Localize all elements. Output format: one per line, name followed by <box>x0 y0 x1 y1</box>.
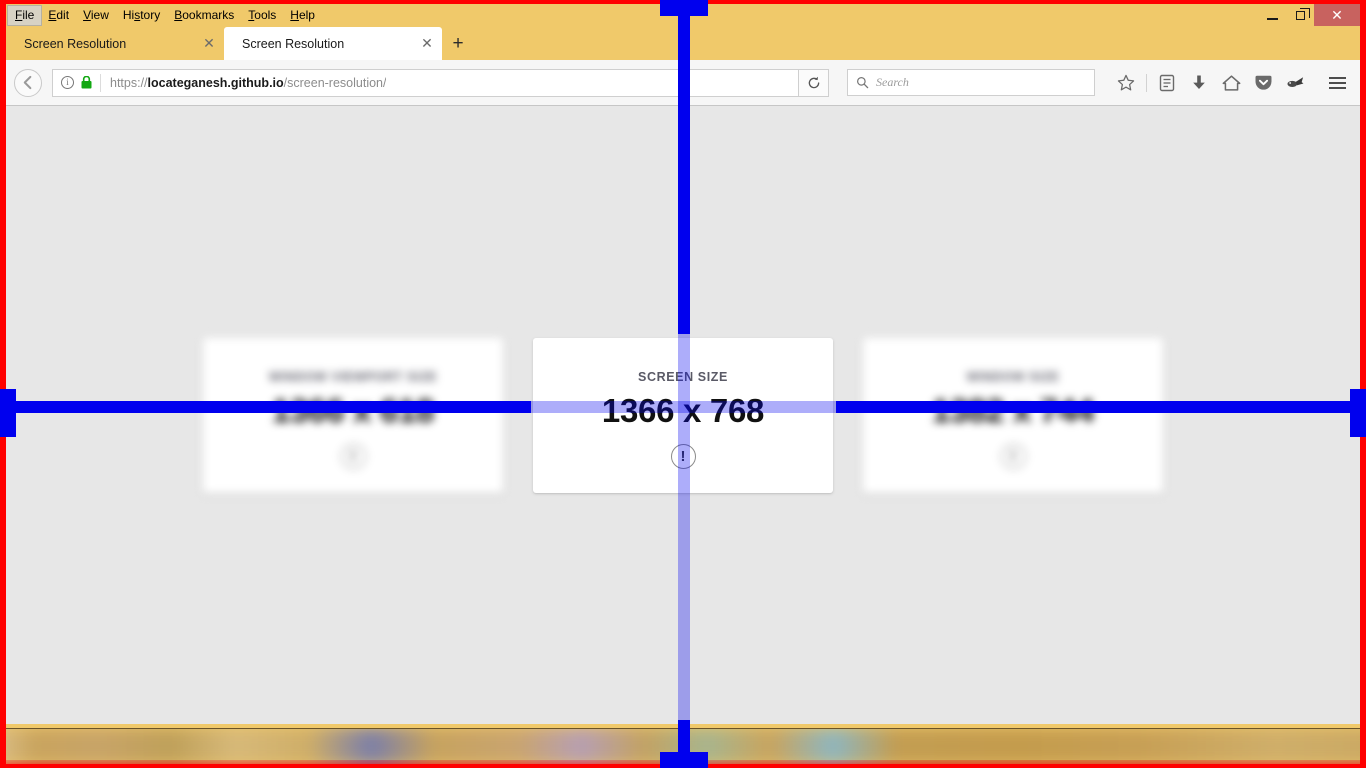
lock-icon[interactable] <box>81 76 92 89</box>
web-page-content: WINDOW VIEWPORT SIZE 1366 x 618 ! SCREEN… <box>6 106 1360 724</box>
search-placeholder: Search <box>876 75 909 89</box>
star-icon[interactable] <box>1111 68 1141 98</box>
window-controls: ✕ <box>1258 4 1360 26</box>
tab-title: Screen Resolution <box>242 36 345 51</box>
search-icon <box>857 77 869 89</box>
library-icon[interactable] <box>1152 68 1182 98</box>
info-icon[interactable]: i <box>61 76 74 89</box>
card-value: 1366 x 768 <box>601 391 765 429</box>
card-label: SCREEN SIZE <box>638 369 728 384</box>
home-icon[interactable] <box>1216 68 1246 98</box>
exclamation-circle-icon[interactable]: ! <box>670 443 696 469</box>
info-circle-icon[interactable]: ! <box>1000 443 1026 469</box>
extension-icon[interactable] <box>1280 68 1310 98</box>
tab-screen-resolution-1[interactable]: Screen Resolution ✕ <box>6 27 224 60</box>
url-protocol: https:// <box>110 75 148 90</box>
url-bar[interactable]: i https://locateganesh.github.io/screen-… <box>52 68 799 97</box>
menu-bar: File Edit View History Bookmarks Tools H… <box>6 4 1360 26</box>
tab-strip: Screen Resolution ✕ Screen Resolution ✕ … <box>6 26 1360 60</box>
toolbar-separator <box>1146 73 1147 92</box>
taskbar-top-edge <box>6 728 1360 729</box>
close-button[interactable]: ✕ <box>1314 4 1360 26</box>
menu-line <box>1328 81 1346 84</box>
screen-root: File Edit View History Bookmarks Tools H… <box>0 0 1366 768</box>
taskbar-icons-blurred <box>6 728 1360 764</box>
minimize-button[interactable] <box>1258 4 1286 26</box>
menu-tools[interactable]: Tools <box>241 6 283 25</box>
info-circle-icon[interactable]: ! <box>340 443 366 469</box>
hamburger-menu-button[interactable] <box>1322 68 1352 98</box>
menu-history[interactable]: History <box>116 6 167 25</box>
menu-line <box>1328 76 1346 79</box>
new-tab-button[interactable]: + <box>442 27 474 60</box>
menu-help[interactable]: Help <box>283 6 322 25</box>
identity-box[interactable]: i <box>53 73 101 92</box>
tab-close-icon[interactable]: ✕ <box>418 35 436 53</box>
back-arrow-icon <box>23 75 31 90</box>
tab-close-icon[interactable]: ✕ <box>200 35 218 53</box>
download-icon[interactable] <box>1184 68 1214 98</box>
menu-view[interactable]: View <box>76 6 116 25</box>
tab-title: Screen Resolution <box>24 36 127 51</box>
reload-icon <box>808 76 819 88</box>
card-value: 1382 x 744 <box>931 391 1095 429</box>
card-label: WINDOW VIEWPORT SIZE <box>268 369 438 384</box>
card-value: 1366 x 618 <box>271 391 435 429</box>
menu-bookmarks[interactable]: Bookmarks <box>167 6 241 25</box>
card-window-viewport-size: WINDOW VIEWPORT SIZE 1366 x 618 ! <box>203 337 503 493</box>
toolbar-icon-group <box>1111 68 1310 98</box>
browser-window: File Edit View History Bookmarks Tools H… <box>6 4 1360 760</box>
menu-edit[interactable]: Edit <box>41 6 76 25</box>
search-input[interactable]: Search <box>847 69 1095 96</box>
navigation-toolbar: i https://locateganesh.github.io/screen-… <box>6 60 1360 106</box>
menu-line <box>1328 86 1346 89</box>
reload-button[interactable] <box>799 68 829 97</box>
close-icon: ✕ <box>1331 6 1343 23</box>
url-path: /screen-resolution/ <box>283 75 387 90</box>
menu-file[interactable]: File <box>6 4 43 26</box>
restore-icon <box>1295 7 1310 20</box>
card-screen-size: SCREEN SIZE 1366 x 768 ! <box>533 337 833 493</box>
back-button[interactable] <box>14 68 42 97</box>
minimize-icon <box>1266 17 1278 20</box>
card-label: WINDOW SIZE <box>966 369 1060 384</box>
card-window-size: WINDOW SIZE 1382 x 744 ! <box>863 337 1163 493</box>
url-domain: locateganesh.github.io <box>147 75 284 90</box>
tab-screen-resolution-2[interactable]: Screen Resolution ✕ <box>224 27 442 60</box>
maximize-button[interactable] <box>1286 4 1314 26</box>
url-text[interactable]: https://locateganesh.github.io/screen-re… <box>101 76 386 90</box>
pocket-icon[interactable] <box>1248 68 1278 98</box>
desktop-taskbar[interactable] <box>6 728 1360 764</box>
